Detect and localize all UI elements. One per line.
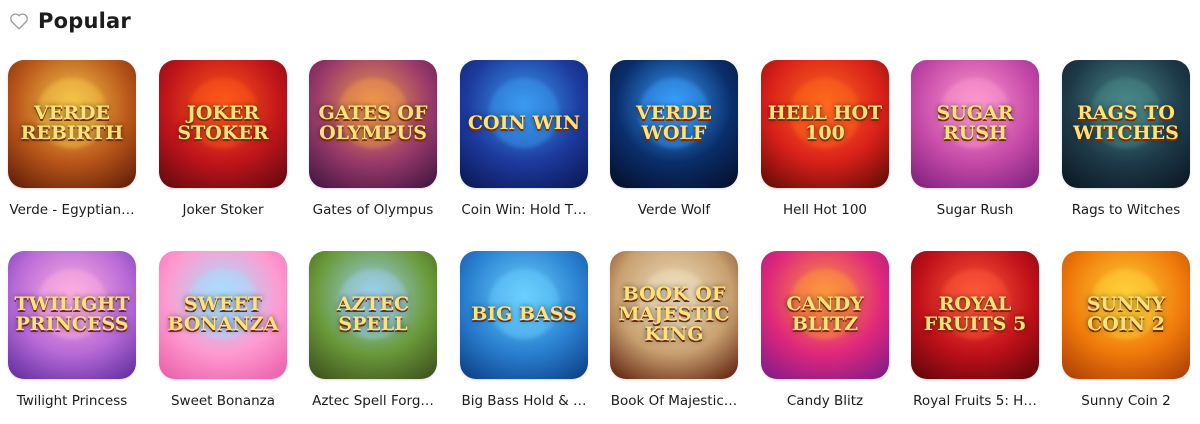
game-card[interactable]: Rags to Witches Rags to Witches bbox=[1062, 60, 1190, 218]
game-card[interactable]: Joker Stoker Joker Stoker bbox=[159, 60, 287, 218]
game-logo-text: Joker Stoker bbox=[177, 102, 269, 144]
game-logo-text: Coin Win bbox=[467, 112, 581, 135]
game-artwork: Royal Fruits 5 bbox=[911, 251, 1039, 379]
game-artwork: Candy Blitz bbox=[761, 251, 889, 379]
game-logo-text: Sugar Rush bbox=[936, 102, 1014, 144]
game-artwork: Book of Majestic King bbox=[610, 251, 738, 379]
game-title[interactable]: Verde Wolf bbox=[599, 202, 749, 218]
game-artwork: Aztec Spell bbox=[309, 251, 437, 379]
game-artwork: Verde Wolf bbox=[610, 60, 738, 188]
game-title[interactable]: Hell Hot 100 bbox=[750, 202, 900, 218]
game-artwork: Sunny Coin 2 bbox=[1062, 251, 1190, 379]
game-artwork: Twilight Princess bbox=[8, 251, 136, 379]
game-title[interactable]: Big Bass Hold & … bbox=[449, 393, 599, 409]
game-thumbnail[interactable]: Sunny Coin 2 bbox=[1062, 251, 1190, 379]
game-title[interactable]: Verde - Egyptian… bbox=[0, 202, 147, 218]
game-artwork: Rags to Witches bbox=[1062, 60, 1190, 188]
game-thumbnail[interactable]: Aztec Spell bbox=[309, 251, 437, 379]
game-thumbnail[interactable]: Book of Majestic King bbox=[610, 251, 738, 379]
game-card[interactable]: Candy Blitz Candy Blitz bbox=[761, 251, 889, 409]
game-artwork: Joker Stoker bbox=[159, 60, 287, 188]
game-card[interactable]: Sweet Bonanza Sweet Bonanza bbox=[159, 251, 287, 409]
game-card[interactable]: Sunny Coin 2 Sunny Coin 2 bbox=[1062, 251, 1190, 409]
game-title[interactable]: Aztec Spell Forg… bbox=[298, 393, 448, 409]
game-logo-text: Royal Fruits 5 bbox=[923, 293, 1027, 335]
game-thumbnail[interactable]: Gates of Olympus bbox=[309, 60, 437, 188]
game-title[interactable]: Rags to Witches bbox=[1051, 202, 1200, 218]
game-thumbnail[interactable]: Joker Stoker bbox=[159, 60, 287, 188]
game-thumbnail[interactable]: Hell Hot 100 bbox=[761, 60, 889, 188]
game-logo-text: Verde Rebirth bbox=[20, 102, 124, 144]
heart-outline-icon[interactable] bbox=[8, 10, 30, 32]
game-card[interactable]: Book of Majestic King Book Of Majestic… bbox=[610, 251, 738, 409]
game-logo-text: Gates of Olympus bbox=[318, 102, 428, 144]
game-card[interactable]: Aztec Spell Aztec Spell Forg… bbox=[309, 251, 437, 409]
game-thumbnail[interactable]: Coin Win bbox=[460, 60, 588, 188]
game-logo-text: Rags to Witches bbox=[1073, 102, 1179, 144]
section-title: Popular bbox=[38, 9, 131, 33]
game-artwork: Sugar Rush bbox=[911, 60, 1039, 188]
game-logo-text: Verde Wolf bbox=[636, 102, 712, 144]
game-card[interactable]: Hell Hot 100 Hell Hot 100 bbox=[761, 60, 889, 218]
game-thumbnail[interactable]: Big Bass bbox=[460, 251, 588, 379]
game-logo-text: Aztec Spell bbox=[336, 293, 410, 335]
game-card[interactable]: Royal Fruits 5 Royal Fruits 5: H… bbox=[911, 251, 1039, 409]
game-thumbnail[interactable]: Royal Fruits 5 bbox=[911, 251, 1039, 379]
game-card[interactable]: Twilight Princess Twilight Princess bbox=[8, 251, 136, 409]
game-card[interactable]: Sugar Rush Sugar Rush bbox=[911, 60, 1039, 218]
game-logo-text: Hell Hot 100 bbox=[767, 102, 883, 144]
game-thumbnail[interactable]: Rags to Witches bbox=[1062, 60, 1190, 188]
game-logo-text: Sunny Coin 2 bbox=[1086, 293, 1166, 335]
game-title[interactable]: Book Of Majestic… bbox=[599, 393, 749, 409]
game-artwork: Sweet Bonanza bbox=[159, 251, 287, 379]
game-thumbnail[interactable]: Verde Wolf bbox=[610, 60, 738, 188]
game-logo-text: Candy Blitz bbox=[786, 293, 864, 335]
game-artwork: Gates of Olympus bbox=[309, 60, 437, 188]
game-thumbnail[interactable]: Sweet Bonanza bbox=[159, 251, 287, 379]
game-thumbnail[interactable]: Candy Blitz bbox=[761, 251, 889, 379]
game-thumbnail[interactable]: Sugar Rush bbox=[911, 60, 1039, 188]
game-logo-text: Sweet Bonanza bbox=[167, 293, 279, 335]
game-title[interactable]: Sunny Coin 2 bbox=[1051, 393, 1200, 409]
game-card[interactable]: Big Bass Big Bass Hold & … bbox=[460, 251, 588, 409]
game-card[interactable]: Coin Win Coin Win: Hold T… bbox=[460, 60, 588, 218]
section-header: Popular bbox=[8, 4, 131, 38]
game-title[interactable]: Twilight Princess bbox=[0, 393, 147, 409]
game-logo-text: Big Bass bbox=[471, 303, 577, 326]
game-artwork: Verde Rebirth bbox=[8, 60, 136, 188]
game-card[interactable]: Verde Rebirth Verde - Egyptian… bbox=[8, 60, 136, 218]
game-thumbnail[interactable]: Twilight Princess bbox=[8, 251, 136, 379]
game-title[interactable]: Sweet Bonanza bbox=[148, 393, 298, 409]
game-thumbnail[interactable]: Verde Rebirth bbox=[8, 60, 136, 188]
game-logo-text: Twilight Princess bbox=[14, 293, 130, 335]
game-card[interactable]: Verde Wolf Verde Wolf bbox=[610, 60, 738, 218]
game-artwork: Hell Hot 100 bbox=[761, 60, 889, 188]
game-title[interactable]: Joker Stoker bbox=[148, 202, 298, 218]
game-title[interactable]: Sugar Rush bbox=[900, 202, 1050, 218]
game-title[interactable]: Candy Blitz bbox=[750, 393, 900, 409]
game-logo-text: Book of Majestic King bbox=[618, 283, 730, 345]
game-title[interactable]: Royal Fruits 5: H… bbox=[900, 393, 1050, 409]
game-title[interactable]: Coin Win: Hold T… bbox=[449, 202, 599, 218]
game-artwork: Big Bass bbox=[460, 251, 588, 379]
game-card[interactable]: Gates of Olympus Gates of Olympus bbox=[309, 60, 437, 218]
game-title[interactable]: Gates of Olympus bbox=[298, 202, 448, 218]
game-artwork: Coin Win bbox=[460, 60, 588, 188]
